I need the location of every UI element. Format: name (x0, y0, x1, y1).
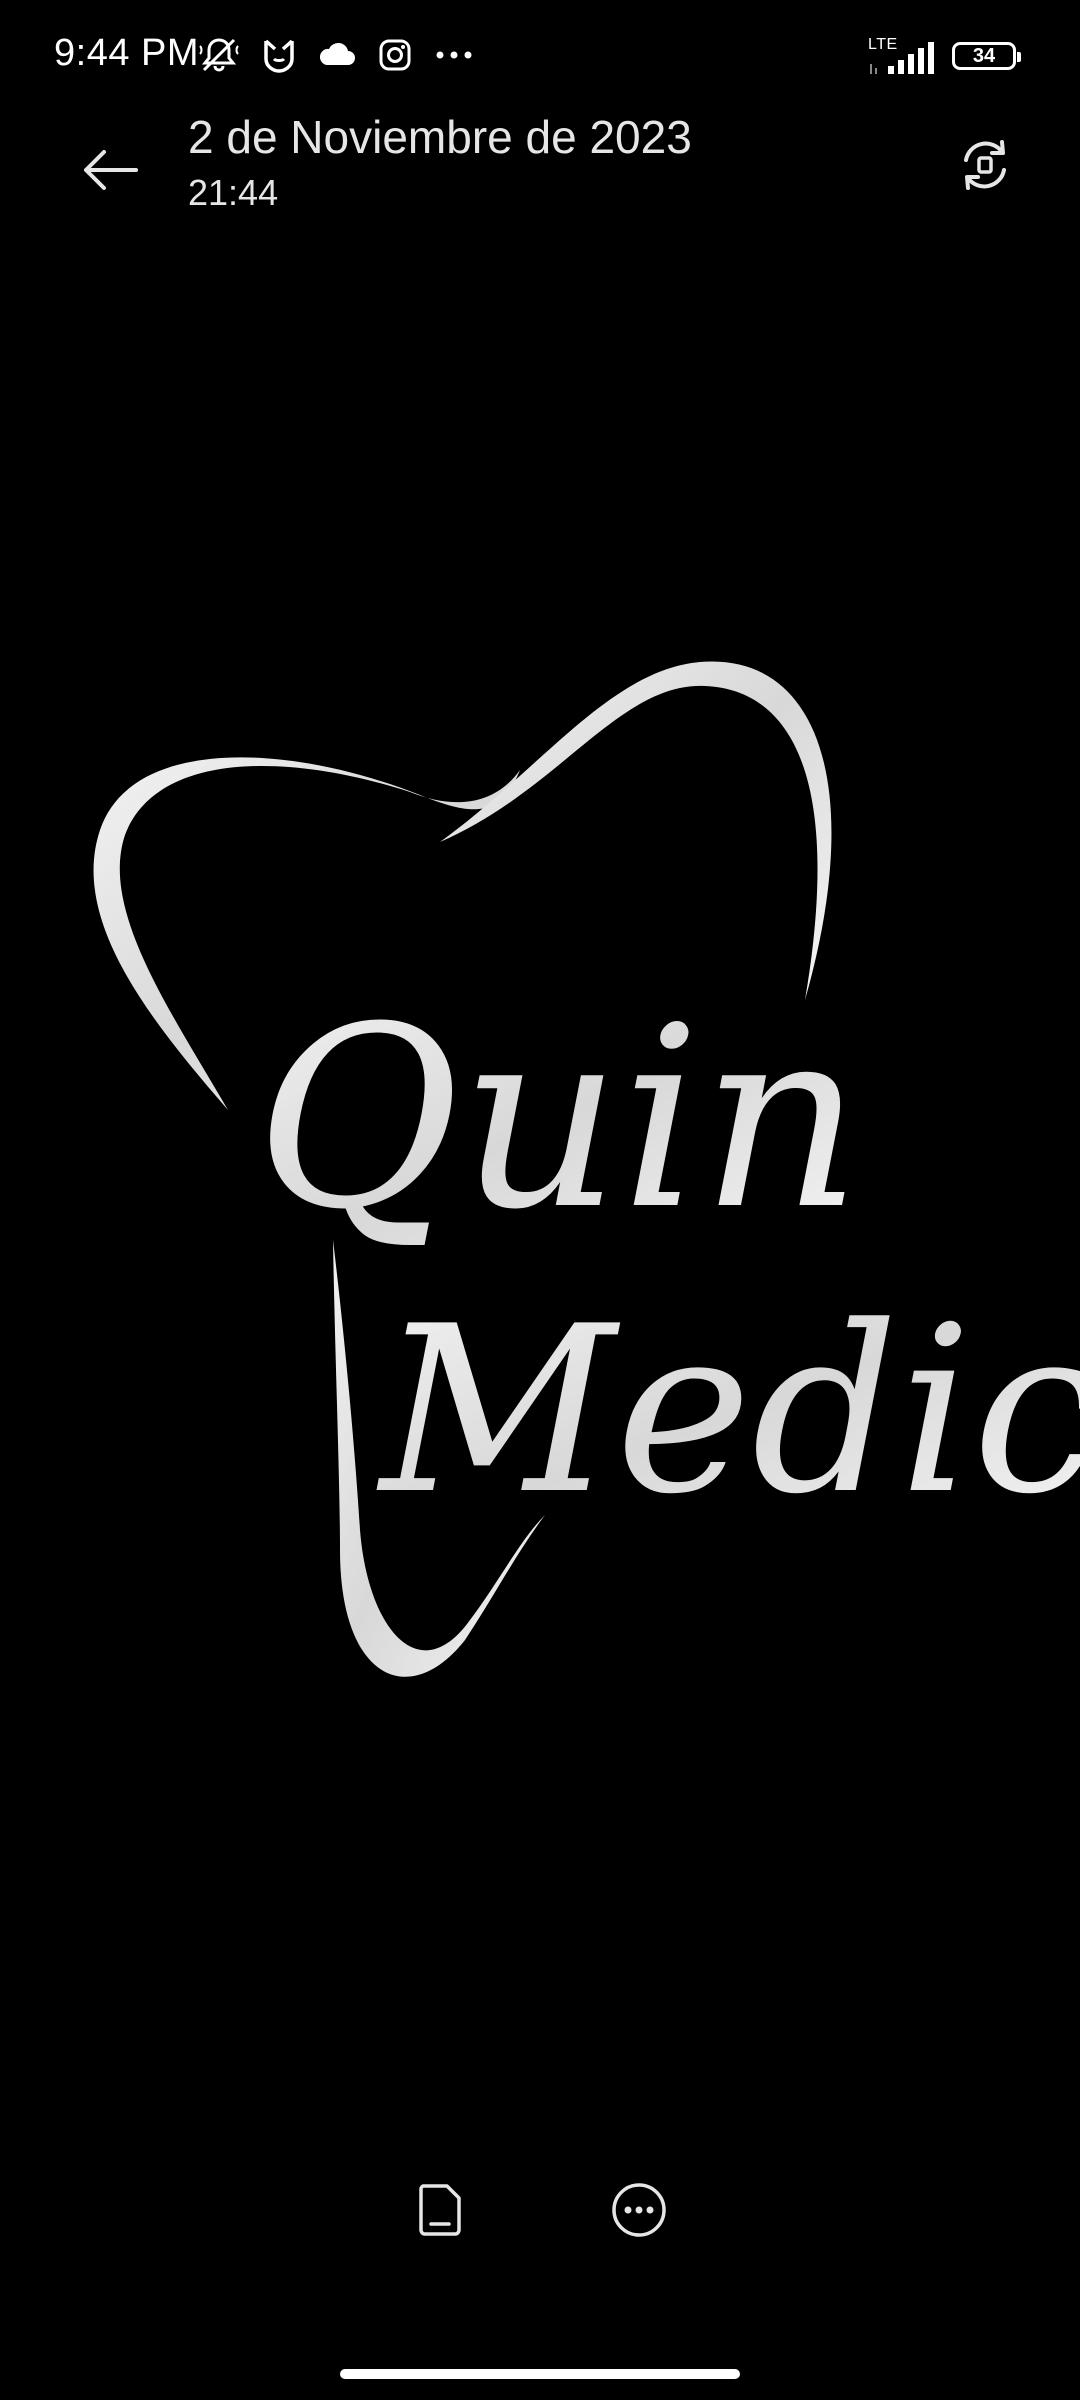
more-options-button[interactable] (599, 2170, 679, 2250)
more-dots-icon (436, 51, 472, 59)
status-time: 9:44 PM (54, 32, 200, 74)
mi-app-icon (264, 39, 294, 73)
quinmedic-logo: Quin Medic (93, 661, 1080, 1677)
logo-text-line1: Quin (255, 973, 862, 1264)
signal-icon (870, 42, 934, 74)
bottom-toolbar (0, 2170, 1080, 2250)
viewer-header: 2 de Noviembre de 2023 21:44 (0, 110, 1080, 230)
network-indicator: LTE (868, 36, 938, 76)
more-circle-icon (612, 2183, 666, 2237)
photo-image[interactable]: Quin Medic (0, 620, 1080, 1720)
home-indicator[interactable] (340, 2369, 740, 2379)
rotate-button[interactable] (950, 130, 1020, 200)
photo-date-title: 2 de Noviembre de 2023 (188, 111, 692, 163)
instagram-icon (379, 39, 411, 71)
muted-bell-icon (199, 38, 239, 72)
logo-text-line2: Medic (376, 1278, 1080, 1545)
cloud-icon (319, 42, 355, 65)
tooth-outline-right (440, 661, 832, 1000)
status-icons-right: LTE 34 (868, 36, 1021, 76)
arrow-left-icon (84, 150, 138, 190)
details-button[interactable] (400, 2170, 480, 2250)
battery-indicator: 34 (952, 42, 1021, 70)
battery-level: 34 (972, 45, 996, 67)
photo-time-subtitle: 21:44 (188, 172, 279, 213)
status-bar: 9:44 PM LTE 34 (0, 0, 1080, 110)
status-icons-left (198, 34, 474, 76)
document-icon (419, 2184, 461, 2236)
back-button[interactable] (70, 130, 150, 210)
rotate-icon (964, 140, 1006, 190)
